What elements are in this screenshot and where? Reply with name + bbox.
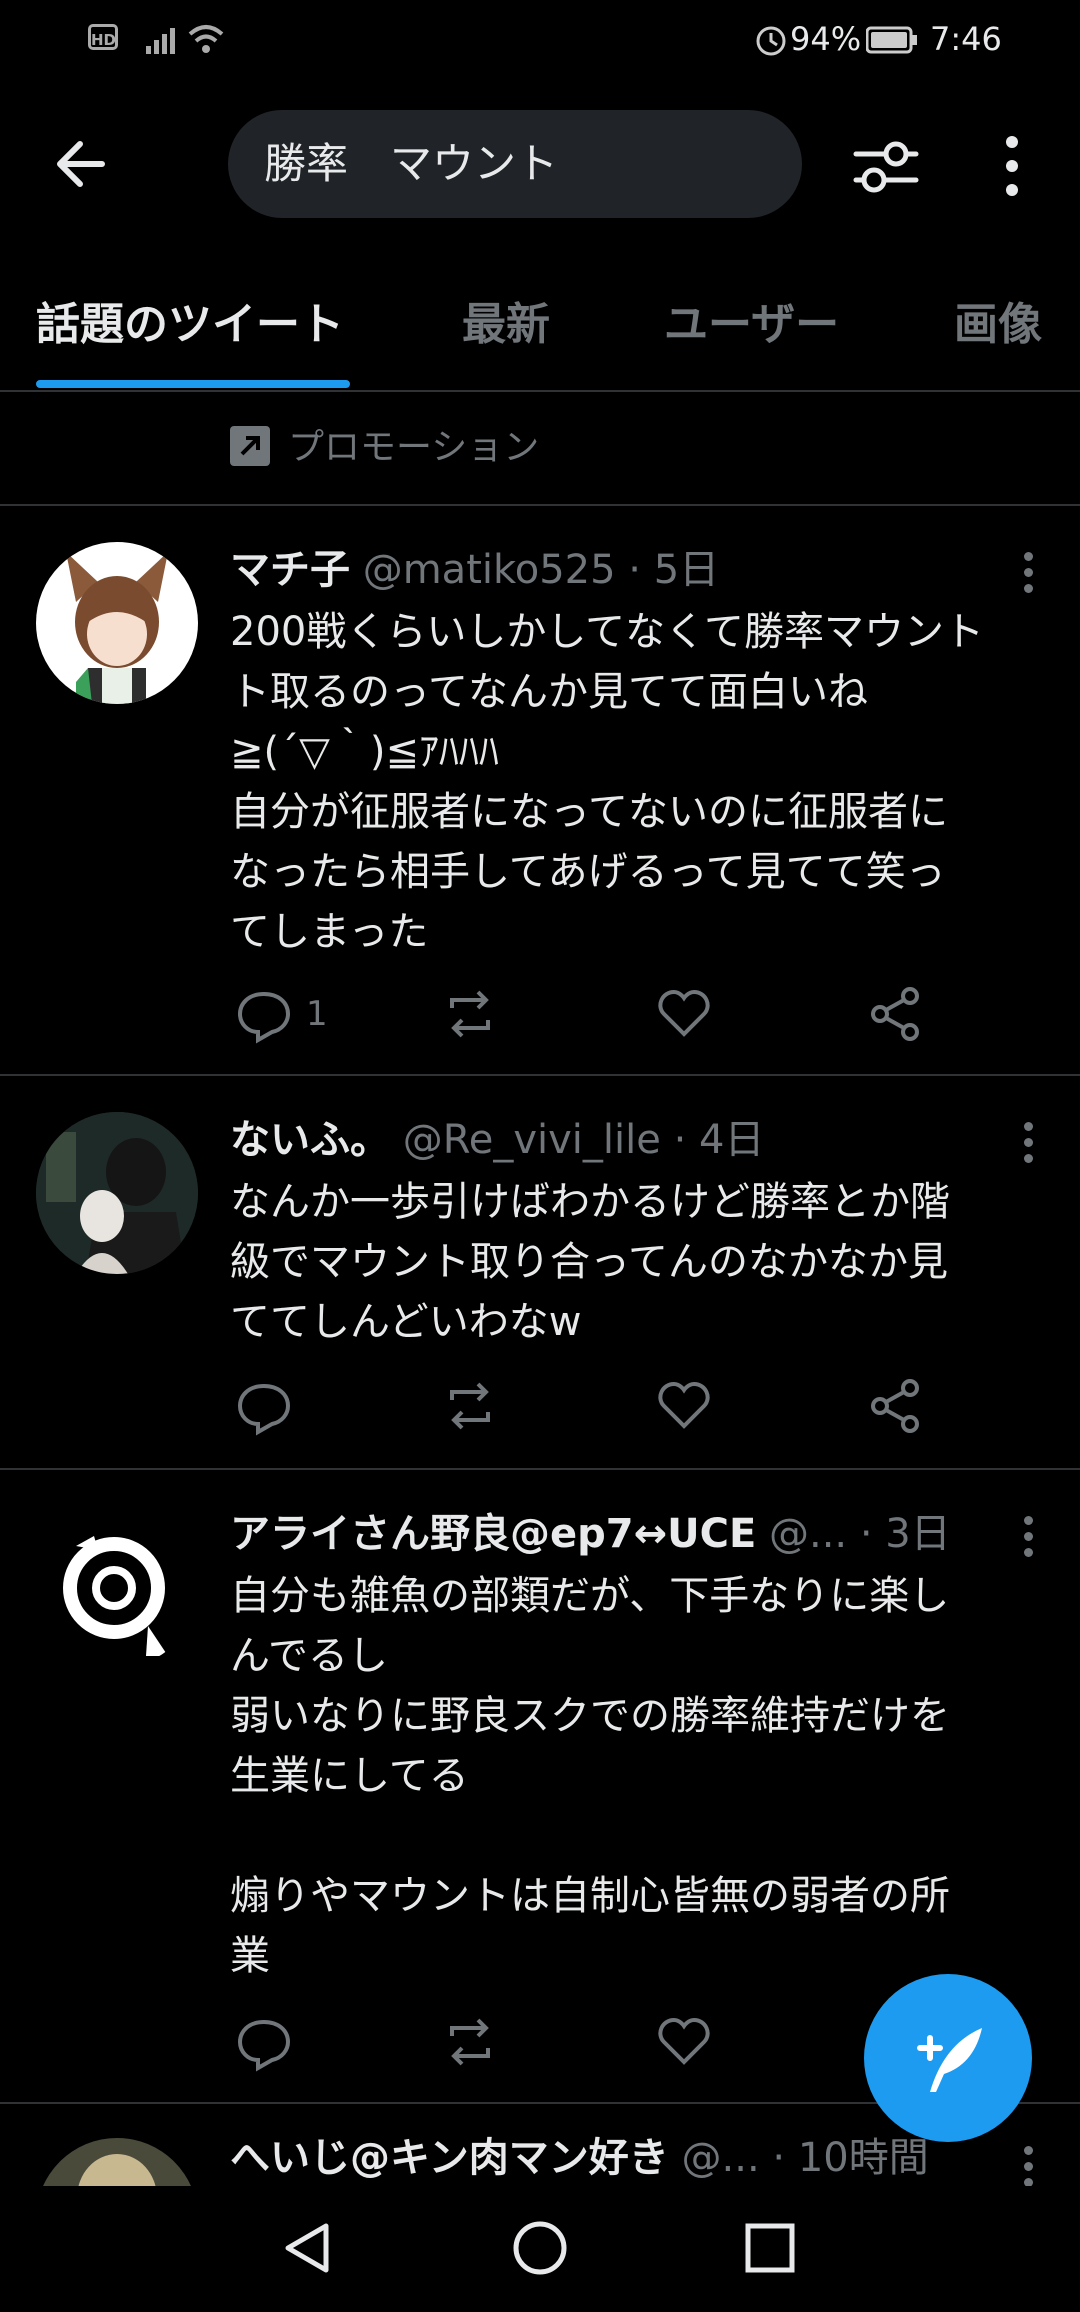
reply-icon[interactable] (234, 2012, 294, 2072)
search-tabs: 話題のツイート 最新 ユーザー 画像 (0, 258, 1080, 392)
hd-indicator: HD (88, 24, 118, 50)
retweet-icon[interactable] (440, 1376, 500, 1436)
retweet-icon[interactable] (440, 984, 500, 1044)
display-name[interactable]: マチ子 (230, 547, 350, 593)
retweet-icon[interactable] (440, 2012, 500, 2072)
timestamp[interactable]: · 5日 (628, 547, 719, 593)
search-field[interactable]: 勝率 マウント (228, 110, 802, 218)
search-query[interactable]: 勝率 マウント (264, 110, 558, 218)
tweet-text: 200戦くらいしかしてなくて勝率マウント ト取るのってなんか見てて面白いね ≧(… (230, 609, 984, 955)
tab-latest[interactable]: 最新 (462, 288, 550, 352)
battery-icon (866, 26, 917, 54)
tweet-more-icon[interactable] (1024, 2146, 1036, 2186)
timestamp[interactable]: · 4日 (674, 1117, 765, 1163)
promotion-row[interactable]: プロモーション (0, 392, 1080, 506)
active-tab-indicator (36, 380, 350, 388)
alarm-icon (756, 26, 786, 56)
tweet[interactable]: ないふ。 @Re_vivi_lile · 4日 なんか一歩引けばわかるけど勝率と… (0, 1076, 1080, 1470)
nav-back-icon[interactable] (280, 2218, 336, 2278)
handle[interactable]: @Re_vivi_lile (403, 1117, 661, 1163)
status-bar: HD 94% 7:46 (0, 0, 1080, 80)
reply-count: 1 (306, 994, 328, 1034)
handle[interactable]: @... (769, 1511, 847, 1557)
like-icon[interactable] (654, 984, 714, 1044)
tweet-header: アライさん野良@ep7↔UCE @... · 3日 (230, 1504, 1010, 1564)
nav-home-icon[interactable] (510, 2218, 570, 2278)
system-nav-bar (0, 2186, 1080, 2312)
share-icon[interactable] (866, 984, 926, 1044)
back-arrow-icon[interactable] (52, 136, 108, 192)
tab-images[interactable]: 画像 (954, 288, 1042, 352)
clock: 7:46 (930, 20, 1002, 58)
tab-top[interactable]: 話題のツイート (36, 288, 344, 352)
tweet-actions (230, 2012, 950, 2072)
avatar[interactable] (36, 542, 198, 704)
reply-icon[interactable] (234, 1376, 294, 1436)
tweet-more-icon[interactable] (1024, 552, 1036, 600)
display-name[interactable]: ないふ。 (230, 1117, 390, 1163)
tweet[interactable]: マチ子 @matiko525 · 5日 200戦くらいしかしてなくて勝率マウント… (0, 506, 1080, 1076)
tweet-more-icon[interactable] (1024, 1516, 1036, 1564)
avatar[interactable] (36, 1506, 198, 1668)
tweet-more-icon[interactable] (1024, 1122, 1036, 1170)
tab-users[interactable]: ユーザー (664, 288, 839, 352)
timestamp[interactable]: · 3日 (860, 1511, 951, 1557)
handle[interactable]: @matiko525 (363, 547, 616, 593)
share-icon[interactable] (866, 1376, 926, 1436)
nav-recents-icon[interactable] (742, 2220, 798, 2276)
avatar[interactable] (36, 2138, 198, 2186)
battery-percent: 94% (790, 20, 862, 58)
handle[interactable]: @... (682, 2135, 760, 2181)
display-name[interactable]: アライさん野良@ep7↔UCE (230, 1511, 756, 1557)
wifi-icon (188, 25, 224, 53)
like-icon[interactable] (654, 1376, 714, 1436)
reply-icon[interactable] (234, 984, 294, 1044)
promotion-label: プロモーション (288, 427, 540, 468)
signal-icon (146, 28, 175, 54)
tweet-text: なんか一歩引けばわかるけど勝率とか階 級でマウント取り合ってんのなかなか見 てて… (230, 1179, 950, 1345)
search-header: 勝率 マウント (0, 80, 1080, 250)
tweet-header: ないふ。 @Re_vivi_lile · 4日 (230, 1110, 1010, 1170)
avatar[interactable] (36, 1112, 198, 1274)
tweet-header: マチ子 @matiko525 · 5日 (230, 540, 1010, 600)
tweet-actions (230, 1376, 950, 1436)
like-icon[interactable] (654, 2012, 714, 2072)
compose-tweet-button[interactable] (864, 1974, 1032, 2142)
compose-tweet-icon (917, 2028, 982, 2092)
display-name[interactable]: へいじ@キン肉マン好き (230, 2135, 669, 2181)
more-vertical-icon[interactable] (1006, 136, 1020, 196)
filter-sliders-icon[interactable] (852, 136, 920, 196)
tweet-text: 自分も雑魚の部類だが、下手なりに楽し んでるし 弱いなりに野良スクでの勝率維持だ… (230, 1573, 950, 1979)
promoted-icon (230, 426, 270, 466)
tweet-actions: 1 (230, 984, 950, 1044)
